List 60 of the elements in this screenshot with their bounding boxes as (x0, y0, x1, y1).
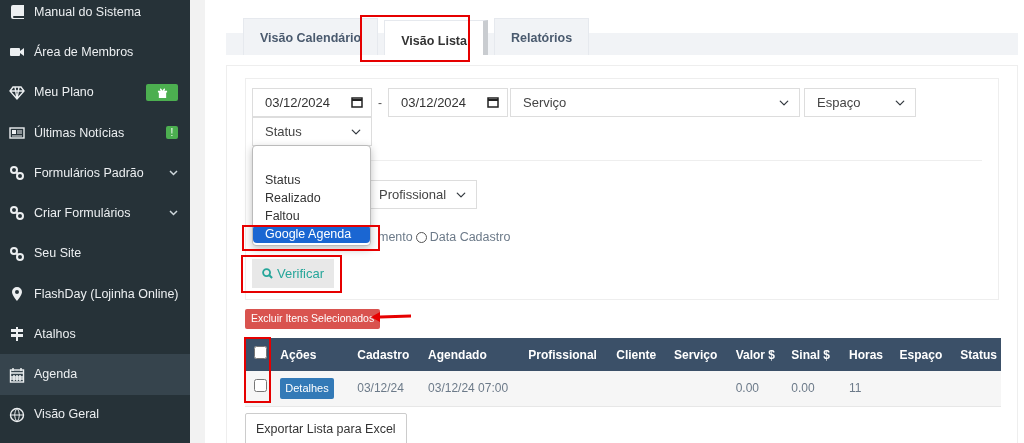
annotation-frame (244, 337, 271, 403)
export-button[interactable]: Exportar Lista para Excel (245, 412, 407, 443)
date-field[interactable]: 03/12/2024 (252, 88, 372, 117)
column-header: Cadastro (348, 338, 420, 371)
book-icon (9, 4, 25, 21)
link-icon (9, 205, 25, 222)
link-icon (9, 245, 25, 262)
select-all-checkbox[interactable] (254, 345, 267, 359)
table-cell: 11 (840, 371, 891, 406)
details-button[interactable]: Detalhes (280, 378, 334, 399)
sidebar-item[interactable]: Área de Membros (0, 32, 190, 73)
column-header: Agendado (419, 338, 520, 371)
service-select[interactable]: Serviço (510, 88, 800, 117)
column-header: Status (951, 338, 1001, 371)
sidebar-item[interactable]: FlashDay (Lojinha Online) (0, 273, 190, 315)
table-cell: 0.00 (726, 371, 783, 406)
date-separator: - (378, 94, 382, 112)
calendar-icon (487, 96, 499, 108)
column-header: Espaço (890, 338, 952, 371)
notification-badge: ! (166, 126, 178, 140)
sidebar-item[interactable]: Meu Plano (0, 72, 190, 113)
globe-icon (9, 406, 25, 423)
column-header: Ações (271, 338, 349, 371)
table-cell: 03/12/24 (348, 371, 420, 406)
status-select[interactable]: Status (252, 117, 372, 146)
sidebar-item[interactable]: Manual do Sistema (0, 0, 190, 33)
calendar-icon (351, 96, 363, 108)
tab[interactable]: Relatórios (494, 18, 590, 55)
map-pin-icon (9, 286, 25, 302)
sidebar-item[interactable]: Formulários Padrão (0, 153, 190, 194)
sidebar-item[interactable]: Criar Formulários (0, 193, 190, 234)
column-header: Cliente (607, 338, 665, 371)
diamond-icon (9, 84, 25, 101)
signpost-icon (9, 326, 25, 343)
sidebar-item[interactable]: Atalhos (0, 314, 190, 355)
tab[interactable]: Visão Lista (384, 20, 488, 55)
column-header: Valor $ (726, 338, 783, 371)
dropdown-option[interactable]: Faltou (253, 207, 370, 225)
date-field[interactable]: 03/12/2024 (388, 88, 508, 117)
column-header: Sinal $ (782, 338, 840, 371)
sidebar-item[interactable]: Seu Site (0, 233, 190, 274)
delete-selected-button[interactable]: Excluir Itens Selecionados (245, 309, 381, 329)
space-select[interactable]: Espaço (804, 88, 916, 117)
table-cell: 0.00 (782, 371, 840, 406)
tab[interactable]: Visão Calendário (243, 18, 379, 55)
calendar-icon (9, 366, 25, 383)
column-header: Profissional (519, 338, 608, 371)
sidebar-item[interactable]: Agenda (0, 354, 190, 395)
newspaper-icon (9, 124, 25, 141)
search-icon (262, 268, 273, 279)
table-cell: 03/12/24 07:00 (419, 371, 520, 406)
link-icon (9, 165, 25, 182)
column-header: Serviço (664, 338, 727, 371)
gift-icon (156, 87, 168, 99)
row-checkbox[interactable] (254, 379, 267, 393)
sidebar-item[interactable]: Últimas Notícias ! (0, 112, 190, 154)
radio-button[interactable] (415, 231, 427, 243)
radio-label: Data Cadastro (429, 228, 511, 246)
sidebar-item[interactable]: Visão Geral (0, 394, 190, 435)
column-header: Horas (840, 338, 891, 371)
